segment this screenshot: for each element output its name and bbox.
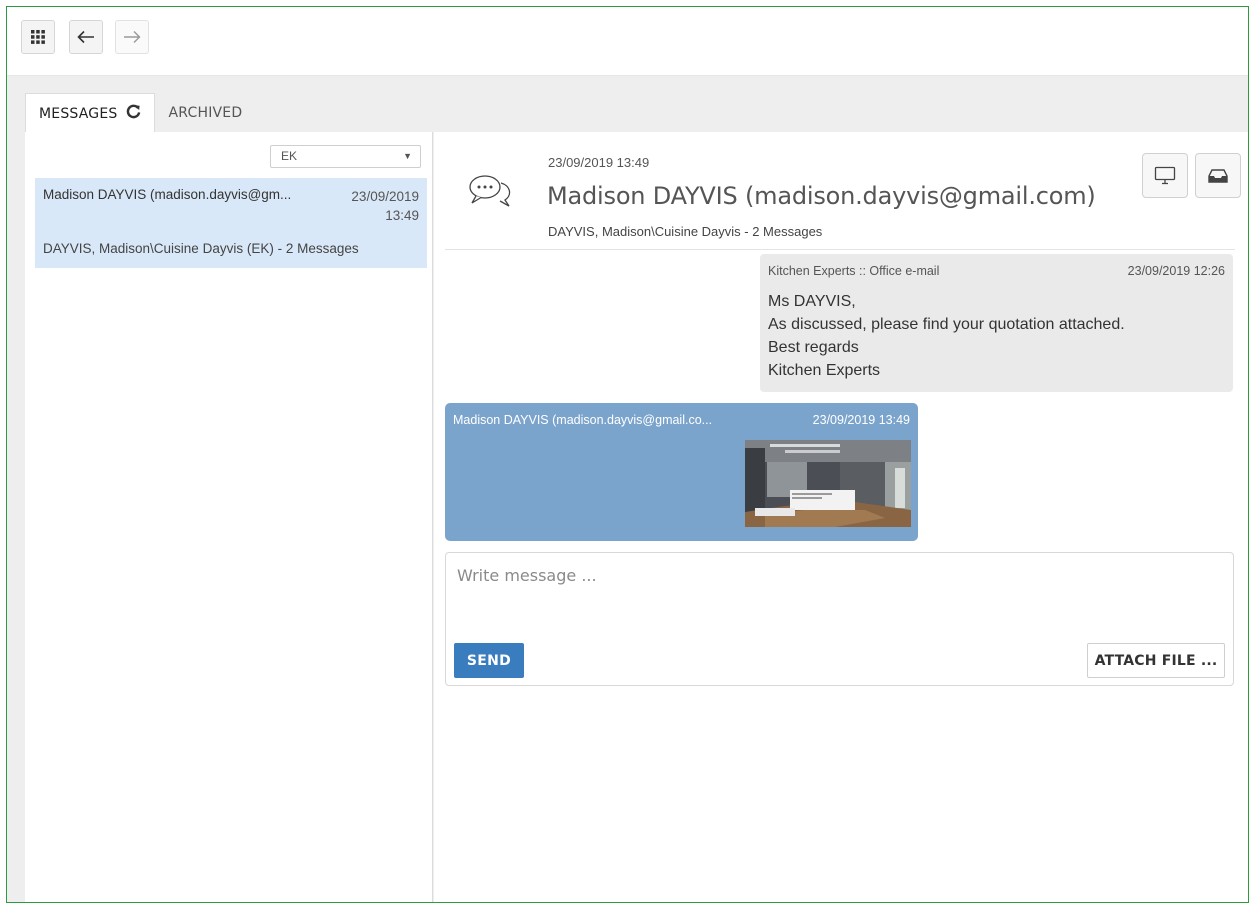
filter-select-value: EK [281, 149, 298, 163]
message-outgoing: Madison DAYVIS (madison.dayvis@gmail.co.… [445, 403, 918, 541]
thread-header: 23/09/2019 13:49 Madison DAYVIS (madison… [445, 142, 1241, 250]
conversation-subject: DAYVIS, Madison\Cuisine Dayvis (EK) - 2 … [43, 241, 359, 256]
message-input[interactable] [447, 554, 1232, 634]
archive-button[interactable] [1195, 153, 1241, 198]
thread-datetime: 23/09/2019 13:49 [548, 155, 650, 170]
conversation-list-pane: EK ▼ Madison DAYVIS (madison.dayvis@gm..… [25, 132, 433, 902]
app-window: MESSAGES ARCHIVED EK ▼ Madison DAYVIS (m… [6, 6, 1249, 903]
message-time: 23/09/2019 13:49 [812, 413, 910, 427]
attach-file-button[interactable]: ATTACH FILE ... [1087, 643, 1225, 678]
conversation-item[interactable]: Madison DAYVIS (madison.dayvis@gm... 23/… [35, 178, 427, 268]
message-line: Best regards [768, 339, 859, 356]
workspace: MESSAGES ARCHIVED EK ▼ Madison DAYVIS (m… [7, 76, 1248, 902]
arrow-right-icon [124, 31, 141, 43]
inbox-icon [1208, 168, 1228, 183]
conversation-date: 23/09/2019 [351, 189, 419, 204]
tab-archived[interactable]: ARCHIVED [155, 93, 255, 133]
message-body: Ms DAYVIS, As discussed, please find you… [768, 290, 1125, 382]
message-incoming: Kitchen Experts :: Office e-mail 23/09/2… [760, 254, 1233, 392]
message-sender: Kitchen Experts :: Office e-mail [768, 264, 940, 278]
kitchen-photo-image [745, 440, 911, 527]
tab-bar: MESSAGES ARCHIVED [25, 93, 255, 133]
message-line: Ms DAYVIS, [768, 293, 856, 310]
apps-button[interactable] [21, 20, 55, 54]
forward-button[interactable] [115, 20, 149, 54]
refresh-icon[interactable] [126, 104, 141, 123]
tab-messages[interactable]: MESSAGES [25, 93, 156, 133]
apps-grid-icon [31, 30, 45, 44]
message-composer: SEND ATTACH FILE ... [445, 552, 1234, 686]
thread-pane: 23/09/2019 13:49 Madison DAYVIS (madison… [434, 132, 1248, 902]
thread-title: Madison DAYVIS (madison.dayvis@gmail.com… [547, 182, 1096, 210]
filter-select[interactable]: EK ▼ [270, 145, 421, 168]
chat-bubbles-icon [469, 175, 511, 207]
caret-down-icon: ▼ [403, 151, 412, 161]
top-toolbar [7, 7, 1248, 76]
tab-archived-label: ARCHIVED [168, 105, 243, 121]
message-sender: Madison DAYVIS (madison.dayvis@gmail.co.… [453, 413, 713, 427]
arrow-left-icon [77, 30, 94, 44]
conversation-timestamp: 23/09/2019 13:49 [339, 187, 419, 225]
back-button[interactable] [69, 20, 103, 54]
conversation-contact: Madison DAYVIS (madison.dayvis@gm... [43, 187, 292, 202]
attachment-thumbnail[interactable] [745, 440, 911, 527]
thread-subtitle: DAYVIS, Madison\Cuisine Dayvis - 2 Messa… [548, 224, 823, 239]
message-line: As discussed, please find your quotation… [768, 316, 1125, 333]
desktop-view-button[interactable] [1142, 153, 1188, 198]
message-time: 23/09/2019 12:26 [1127, 264, 1225, 278]
tab-messages-label: MESSAGES [39, 105, 118, 122]
conversation-time: 13:49 [385, 208, 419, 223]
message-line: Kitchen Experts [768, 362, 881, 379]
send-button[interactable]: SEND [454, 643, 524, 678]
monitor-icon [1154, 166, 1176, 184]
